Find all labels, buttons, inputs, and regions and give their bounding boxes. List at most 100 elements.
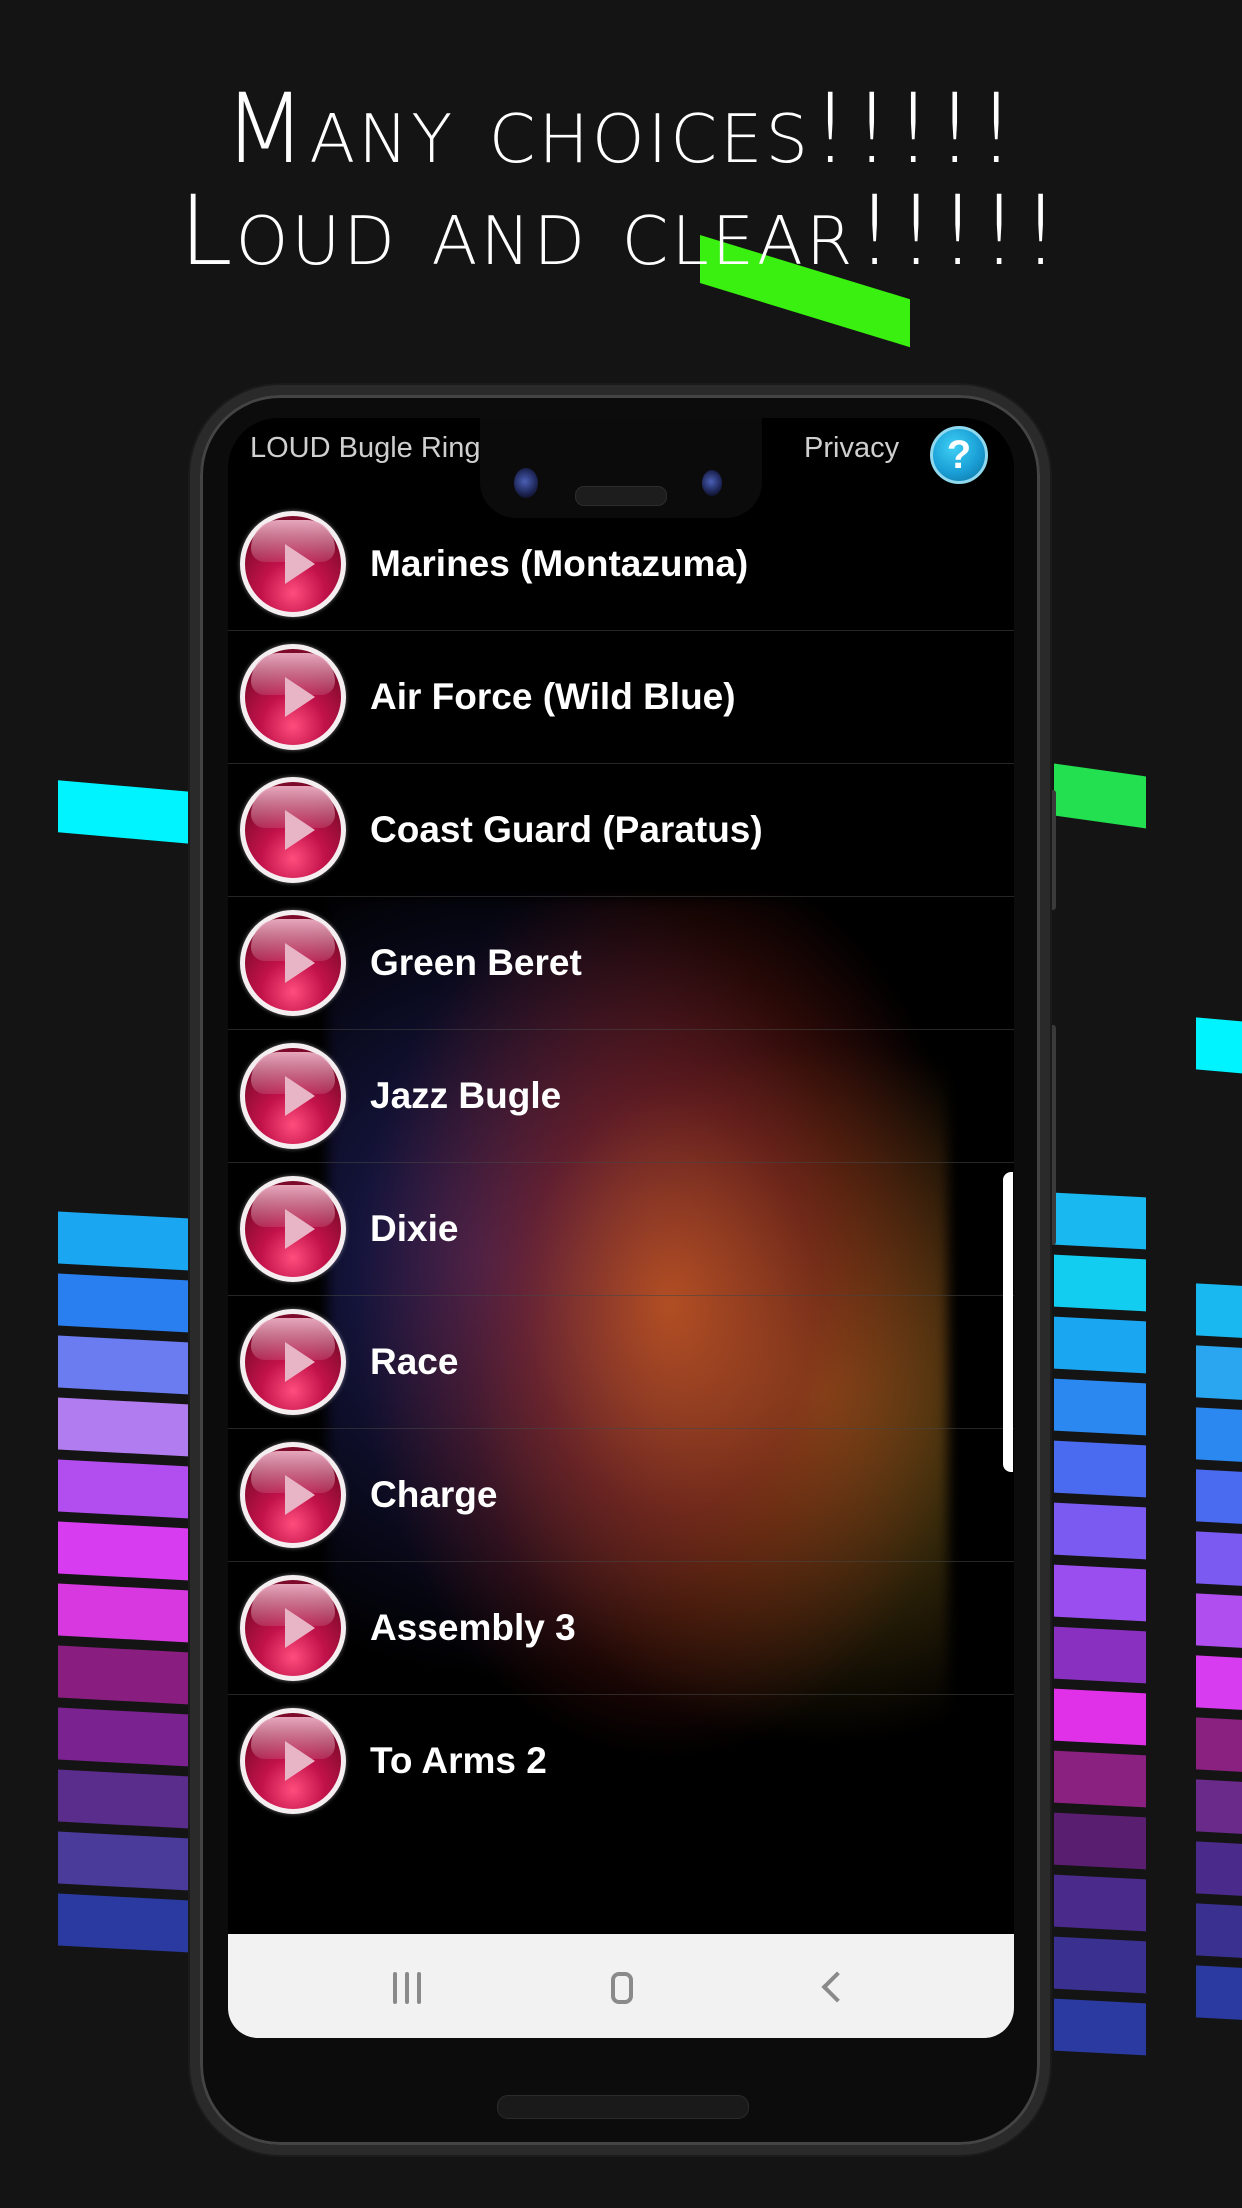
sensor-icon xyxy=(702,470,722,496)
equalizer-bar xyxy=(1054,1688,1146,1746)
equalizer-bar xyxy=(58,1521,190,1581)
play-button[interactable] xyxy=(240,777,346,883)
sound-label: Marines (Montazuma) xyxy=(370,543,749,584)
sound-list-item[interactable]: Charge xyxy=(228,1429,1014,1562)
equalizer-bar xyxy=(58,1707,190,1767)
equalizer-bar xyxy=(1054,1316,1146,1374)
equalizer-bar xyxy=(1054,1502,1146,1560)
equalizer-bar xyxy=(1196,1283,1242,1339)
equalizer-peak-bar xyxy=(1196,1017,1242,1075)
headline-line-1: Many choices!!!!! xyxy=(223,73,1019,185)
phone-screen: LOUD Bugle Ring Privacy ? Marines (Monta… xyxy=(228,418,1014,2038)
play-icon xyxy=(285,1342,315,1382)
sound-label: To Arms 2 xyxy=(370,1740,547,1781)
sound-label: Air Force (Wild Blue) xyxy=(370,676,736,717)
back-button[interactable] xyxy=(806,1964,866,2012)
play-icon xyxy=(285,1076,315,1116)
equalizer-bar xyxy=(1054,1564,1146,1622)
sound-list-item[interactable]: To Arms 2 xyxy=(228,1695,1014,1827)
equalizer-bar xyxy=(58,1397,190,1457)
app-title: LOUD Bugle Ring xyxy=(250,432,481,464)
play-button[interactable] xyxy=(240,1575,346,1681)
equalizer-bar xyxy=(1054,1998,1146,2056)
sound-label: Assembly 3 xyxy=(370,1607,576,1648)
equalizer-bar xyxy=(58,1459,190,1519)
sound-list-item[interactable]: Jazz Bugle xyxy=(228,1030,1014,1163)
sound-list-item[interactable]: Dixie xyxy=(228,1163,1014,1296)
sound-list-item[interactable]: Race xyxy=(228,1296,1014,1429)
front-camera-icon xyxy=(514,468,538,498)
sound-list: Marines (Montazuma) Air Force (Wild Blue)… xyxy=(228,498,1014,1827)
promo-headline: Many choices!!!!! Loud and clear!!!!! xyxy=(0,78,1242,282)
back-chevron-icon xyxy=(821,1971,853,2003)
equalizer-bar xyxy=(1054,1874,1146,1932)
equalizer-bar xyxy=(1196,1655,1242,1711)
question-mark-icon: ? xyxy=(946,433,972,477)
sound-label: Charge xyxy=(370,1474,498,1515)
recents-button[interactable] xyxy=(383,1964,443,2012)
equalizer-bar xyxy=(1196,1531,1242,1587)
play-icon xyxy=(285,810,315,850)
play-button[interactable] xyxy=(240,1442,346,1548)
scrollbar[interactable] xyxy=(1003,1172,1013,1472)
headline-line-2: Loud and clear!!!!! xyxy=(179,175,1063,287)
equalizer-bar xyxy=(1196,1717,1242,1773)
equalizer-bar xyxy=(58,1273,190,1333)
equalizer-bar xyxy=(1196,1469,1242,1525)
equalizer-bar xyxy=(1196,1345,1242,1401)
sound-list-item[interactable]: Green Beret xyxy=(228,897,1014,1030)
sound-label: Jazz Bugle xyxy=(370,1075,562,1116)
play-icon xyxy=(285,1209,315,1249)
equalizer-bar xyxy=(58,1831,190,1891)
equalizer-bar xyxy=(58,1211,190,1271)
equalizer-peak-bar xyxy=(58,780,190,844)
app-header: LOUD Bugle Ring Privacy ? xyxy=(228,418,1014,518)
phone-volume-button xyxy=(1050,790,1056,910)
equalizer-bar xyxy=(1196,1903,1242,1959)
equalizer-bar xyxy=(58,1769,190,1829)
equalizer-bar xyxy=(1196,1965,1242,2021)
equalizer-bar xyxy=(1054,1254,1146,1312)
equalizer-bar xyxy=(58,1335,190,1395)
phone-power-button xyxy=(1050,1025,1056,1245)
sound-label: Coast Guard (Paratus) xyxy=(370,809,763,850)
help-button[interactable]: ? xyxy=(930,426,988,484)
play-icon xyxy=(285,943,315,983)
play-button[interactable] xyxy=(240,910,346,1016)
sound-list-item[interactable]: Coast Guard (Paratus) xyxy=(228,764,1014,897)
play-button[interactable] xyxy=(240,644,346,750)
recents-icon-bar xyxy=(405,1972,409,2004)
equalizer-bar xyxy=(1054,1378,1146,1436)
play-button[interactable] xyxy=(240,1043,346,1149)
play-button[interactable] xyxy=(240,1309,346,1415)
equalizer-peak-bar xyxy=(1054,763,1146,829)
privacy-link[interactable]: Privacy xyxy=(804,432,899,465)
sound-label: Dixie xyxy=(370,1208,459,1249)
play-icon xyxy=(285,1608,315,1648)
equalizer-bar xyxy=(1196,1841,1242,1897)
android-nav-bar xyxy=(228,1934,1014,2038)
sound-label: Race xyxy=(370,1341,459,1382)
equalizer-bar xyxy=(1054,1936,1146,1994)
play-icon xyxy=(285,544,315,584)
home-button[interactable] xyxy=(593,1964,653,2012)
equalizer-bar xyxy=(1054,1192,1146,1250)
equalizer-bar xyxy=(58,1893,190,1953)
sound-list-item[interactable]: Assembly 3 xyxy=(228,1562,1014,1695)
play-button[interactable] xyxy=(240,1708,346,1814)
play-icon xyxy=(285,677,315,717)
home-icon xyxy=(611,1972,633,2004)
equalizer-bar xyxy=(1054,1626,1146,1684)
sound-list-item[interactable]: Air Force (Wild Blue) xyxy=(228,631,1014,764)
equalizer-bar xyxy=(58,1645,190,1705)
phone-bottom-speaker xyxy=(497,2095,749,2119)
equalizer-bar xyxy=(1196,1593,1242,1649)
equalizer-bar xyxy=(1054,1750,1146,1808)
sound-list-item[interactable]: Marines (Montazuma) xyxy=(228,498,1014,631)
equalizer-bar xyxy=(1054,1440,1146,1498)
sound-label: Green Beret xyxy=(370,942,582,983)
equalizer-bar xyxy=(1196,1407,1242,1463)
equalizer-bar xyxy=(1054,1812,1146,1870)
play-button[interactable] xyxy=(240,511,346,617)
play-button[interactable] xyxy=(240,1176,346,1282)
